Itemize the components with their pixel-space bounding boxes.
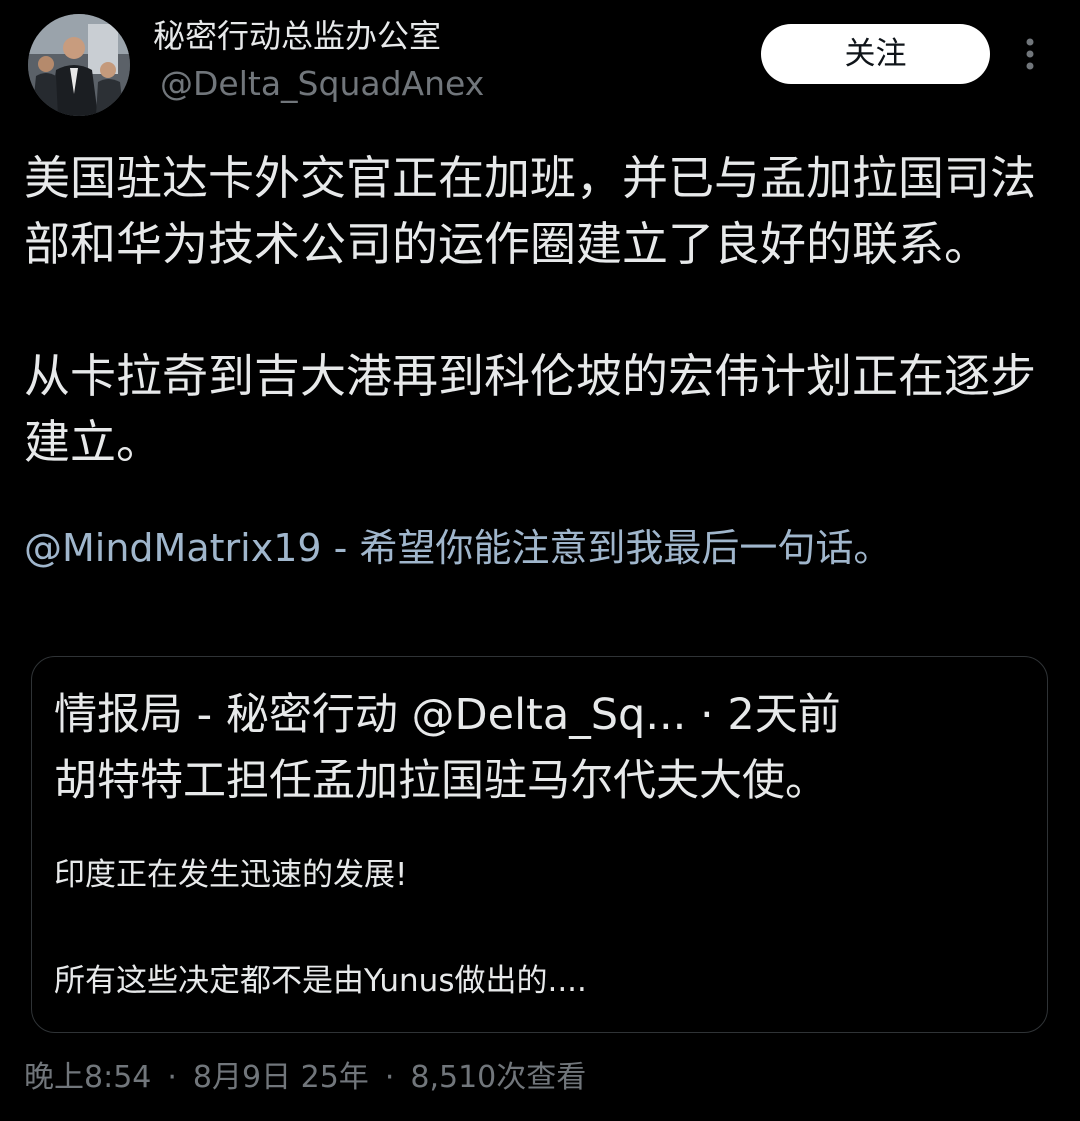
tweet-time[interactable]: 晚上8:54 — [24, 1060, 151, 1095]
quoted-tweet-text: 印度正在发生迅速的发展! — [54, 857, 408, 893]
tweet-date[interactable]: 8月9日 25年 — [193, 1060, 369, 1095]
tweet-meta: 晚上8:54 · 8月9日 25年 · 8,510次查看 — [24, 1054, 586, 1102]
quoted-tweet-card[interactable]: 情报局 - 秘密行动 @Delta_Sq... · 2天前 胡特特工担任孟加拉国… — [31, 656, 1048, 1033]
separator-dot: · — [384, 1060, 395, 1095]
quoted-tweet-text: 所有这些决定都不是由Yunus做出的.... — [54, 963, 587, 999]
tweet-paragraph: 美国驻达卡外交官正在加班，并已与孟加拉国司法部和华为技术公司的运作圈建立了良好的… — [24, 151, 1036, 271]
mention-link[interactable]: @MindMatrix19 — [24, 526, 322, 570]
tweet-header: 秘密行动总监办公室 @Delta_SquadAnex 关注 — [0, 0, 1080, 130]
quoted-tweet-header: 情报局 - 秘密行动 @Delta_Sq... · 2天前 — [54, 690, 841, 740]
handle[interactable]: @Delta_SquadAnex — [160, 62, 484, 106]
tweet-text: 美国驻达卡外交官正在加班，并已与孟加拉国司法部和华为技术公司的运作圈建立了良好的… — [24, 145, 1054, 475]
view-count[interactable]: 8,510次查看 — [410, 1060, 586, 1095]
separator-dot: · — [167, 1060, 177, 1095]
display-name[interactable]: 秘密行动总监办公室 — [153, 14, 441, 58]
quoted-tweet-text: 胡特特工担任孟加拉国驻马尔代夫大使。 — [54, 756, 828, 806]
follow-button[interactable]: 关注 — [761, 24, 990, 84]
more-vertical-icon[interactable] — [1012, 36, 1048, 72]
tweet-paragraph: 从卡拉奇到吉大港再到科伦坡的宏伟计划正在逐步建立。 — [24, 349, 1036, 469]
avatar[interactable] — [28, 14, 130, 116]
mention-line: @MindMatrix19 - 希望你能注意到我最后一句话。 — [24, 522, 924, 574]
profile-photo — [28, 14, 130, 116]
mention-text: - 希望你能注意到我最后一句话。 — [321, 526, 892, 570]
